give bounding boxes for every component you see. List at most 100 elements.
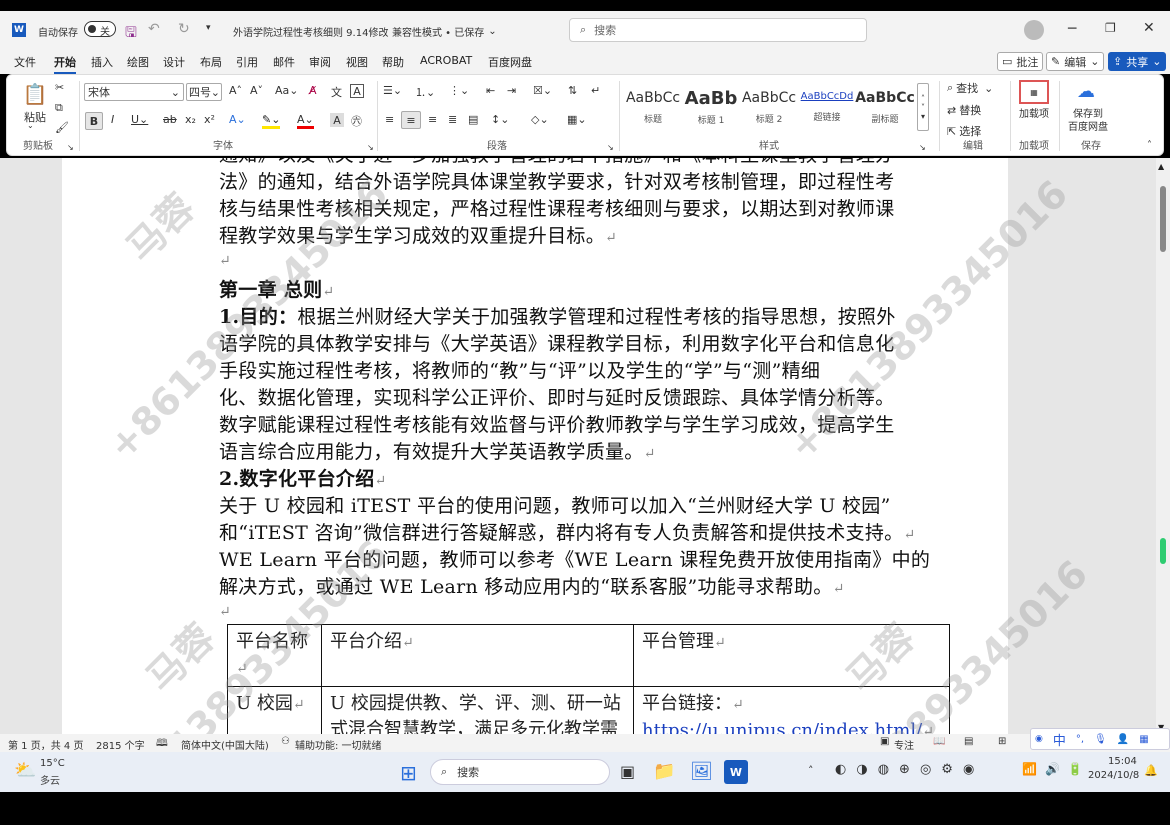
save-icon[interactable]: 🖫 <box>125 22 137 46</box>
dialog-launcher-icon[interactable]: ↘ <box>67 143 74 152</box>
style-heading-2[interactable]: AaBbCc 标题 2 <box>740 83 798 131</box>
style-subtitle[interactable]: AaBbCc 副标题 <box>855 83 915 131</box>
enclose-characters-icon[interactable]: ㊅ <box>351 113 362 129</box>
weather-condition[interactable]: 多云 <box>40 772 60 787</box>
dialog-launcher-icon[interactable]: ↘ <box>607 143 614 152</box>
task-view-icon[interactable]: ▣ <box>620 762 635 781</box>
decrease-indent-icon[interactable]: ⇤ <box>486 84 495 97</box>
restore-icon[interactable]: ❐ <box>1105 21 1116 35</box>
dialog-launcher-icon[interactable]: ↘ <box>367 143 374 152</box>
baidu-cloud-icon[interactable]: ☁ <box>1073 80 1099 102</box>
style-title[interactable]: AaBbCc 标题 <box>624 83 682 131</box>
weather-icon[interactable]: ⛅ <box>14 760 36 781</box>
style-hyperlink[interactable]: AaBbCcDd 超链接 <box>798 83 856 131</box>
document-page[interactable]: 通知》以及《关于进一步加强教学管理的若干措施》和《本科生课堂教学管理办 法》的通… <box>62 158 1008 734</box>
clock-date[interactable]: 2024/10/8 <box>1088 770 1139 781</box>
subscript-icon[interactable]: x₂ <box>185 113 196 126</box>
document-mode[interactable]: 兼容性模式 • 已保存 ⌄ <box>392 24 497 39</box>
character-shading-icon[interactable]: A <box>330 113 344 127</box>
tab-file[interactable]: 文件 <box>14 54 36 70</box>
collapse-ribbon-icon[interactable]: ˄ <box>1147 140 1152 151</box>
ime-toolbar[interactable]: ◉ 中 °, 🎙 👤 ▦ <box>1030 728 1170 750</box>
character-border-icon[interactable]: A <box>350 84 364 98</box>
styles-scroll[interactable]: ˄ ˅ ▾ <box>917 83 929 131</box>
replace-button[interactable]: ⇄ 替换 <box>947 102 981 118</box>
tab-help[interactable]: 帮助 <box>382 54 404 70</box>
windows-start-icon[interactable]: ⊞ <box>400 761 417 785</box>
chevron-down-icon[interactable]: ⌄ <box>27 121 34 130</box>
focus-mode[interactable]: 专注 <box>894 737 914 752</box>
table-header-cell[interactable]: 平台管理↵ <box>633 624 950 687</box>
chinese-layout-icon[interactable]: ☒⌄ <box>533 84 552 97</box>
font-name-select[interactable]: 宋体 ⌄ <box>84 83 184 101</box>
word-app-icon[interactable]: W <box>724 760 748 784</box>
sort-icon[interactable]: ⇅ <box>568 84 577 97</box>
strikethrough-icon[interactable]: ab <box>163 113 177 126</box>
avatar[interactable] <box>1024 20 1044 40</box>
scroll-up-icon[interactable]: ▲ <box>1158 162 1164 171</box>
bold-icon[interactable]: B <box>85 112 103 130</box>
shrink-font-icon[interactable]: A˅ <box>250 84 263 97</box>
platform-link[interactable]: https://u.unipus.cn/index.html/ <box>642 720 922 734</box>
change-case-icon[interactable]: Aa⌄ <box>275 84 298 97</box>
table-cell[interactable]: U 校园↵ <box>227 686 322 734</box>
align-center-icon[interactable]: ≡ <box>401 111 421 129</box>
highlight-icon[interactable]: ✎⌄ <box>262 113 281 129</box>
tray-icons[interactable]: ◐ ◑ ◍ ⊕ ◎ ⚙ ◉ <box>835 762 974 777</box>
numbering-icon[interactable]: ⒈⌄ <box>415 84 435 100</box>
customize-qat-icon[interactable]: ▾ <box>206 23 211 33</box>
redo-icon[interactable]: ↻ <box>178 21 190 37</box>
undo-icon[interactable]: ↶ <box>148 21 160 37</box>
share-button[interactable]: ⇪ 共享 ⌄ <box>1108 52 1167 71</box>
tab-layout[interactable]: 布局 <box>200 54 222 70</box>
read-mode-icon[interactable]: 📖 <box>933 736 945 747</box>
editing-mode-button[interactable]: ✎ 编辑 ⌄ <box>1046 52 1105 71</box>
clock-time[interactable]: 15:04 <box>1108 756 1137 767</box>
table-header-cell[interactable]: 平台介绍↵ <box>321 624 634 687</box>
align-left-icon[interactable]: ≡ <box>385 113 394 126</box>
tab-baidu[interactable]: 百度网盘 <box>488 54 532 70</box>
distributed-icon[interactable]: ▤ <box>468 113 478 126</box>
scrollbar-thumb[interactable] <box>1160 186 1166 252</box>
tab-view[interactable]: 视图 <box>346 54 368 70</box>
format-painter-icon[interactable]: 🖌 <box>55 121 69 134</box>
chevron-up-icon[interactable]: ˄ <box>808 764 814 777</box>
addins-button[interactable]: 加载项 <box>1017 109 1051 120</box>
autosave-toggle[interactable]: 关 <box>84 21 116 38</box>
align-right-icon[interactable]: ≡ <box>428 113 437 126</box>
tab-design[interactable]: 设计 <box>163 54 185 70</box>
table-cell[interactable]: 平台链接：↵ https://u.unipus.cn/index.html/↵ <box>633 686 950 734</box>
dialog-launcher-icon[interactable]: ↘ <box>919 143 926 152</box>
grow-font-icon[interactable]: A˄ <box>229 84 242 97</box>
tab-insert[interactable]: 插入 <box>91 54 113 70</box>
tab-acrobat[interactable]: ACROBAT <box>420 54 472 67</box>
proofing-icon[interactable]: 🕮 <box>156 736 168 753</box>
italic-icon[interactable]: I <box>111 113 114 126</box>
font-color-icon[interactable]: A⌄ <box>297 113 314 129</box>
temperature[interactable]: 15°C <box>40 758 65 769</box>
underline-icon[interactable]: U⌄ <box>131 113 148 126</box>
addins-icon[interactable]: ▦ <box>1019 80 1049 104</box>
shading-icon[interactable]: ◇⌄ <box>531 113 549 126</box>
table-cell[interactable]: U 校园提供教、学、评、测、研一站式混合智慧教学，满足多元化教学需 <box>321 686 634 734</box>
tab-review[interactable]: 审阅 <box>309 54 331 70</box>
word-count[interactable]: 2815 个字 <box>96 737 145 752</box>
web-layout-icon[interactable]: ⊞ <box>998 736 1006 747</box>
search-box[interactable]: ⌕ 搜索 <box>569 18 867 42</box>
phonetic-guide-icon[interactable]: 文 <box>331 84 342 100</box>
comments-button[interactable]: ▭ 批注 <box>997 52 1044 71</box>
borders-icon[interactable]: ▦⌄ <box>567 113 587 126</box>
clipboard-icon[interactable]: 📋 <box>19 81 51 107</box>
file-explorer-icon[interactable]: 📁 <box>653 761 675 782</box>
show-marks-icon[interactable]: ↵ <box>591 84 600 97</box>
photos-icon[interactable]: 🖼 <box>690 761 713 782</box>
font-size-select[interactable]: 四号 ⌄ <box>186 83 222 101</box>
clear-formatting-icon[interactable]: A̸ <box>309 84 317 97</box>
bullets-icon[interactable]: ☰⌄ <box>383 84 402 97</box>
cut-icon[interactable]: ✂ <box>55 81 64 94</box>
tab-draw[interactable]: 绘图 <box>127 54 149 70</box>
tab-references[interactable]: 引用 <box>236 54 258 70</box>
paste-button[interactable]: 粘贴 <box>19 109 51 125</box>
text-effects-icon[interactable]: A⌄ <box>229 113 246 126</box>
taskbar-search[interactable]: ⌕ 搜索 <box>430 759 610 785</box>
